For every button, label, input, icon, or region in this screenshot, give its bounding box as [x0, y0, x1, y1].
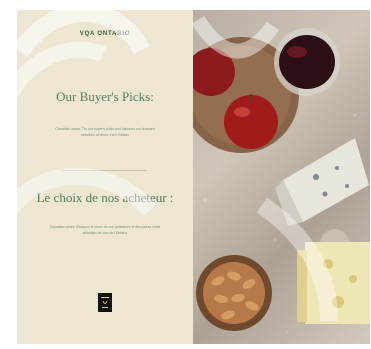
wine-cheese-photo: [193, 10, 370, 344]
divider: [61, 170, 147, 171]
english-title: Our Buyer's Picks:: [56, 89, 154, 104]
english-description: Canadian wines. Try our buyer's picks an…: [55, 127, 155, 137]
french-description: Canadian wines. Essayez le choix de nos …: [49, 225, 161, 235]
promo-card: VQA ONTARIO Our Buyer's Picks: Canadian …: [17, 10, 370, 344]
brand-name: VQA ONTARIO: [79, 31, 131, 37]
text-panel: VQA ONTARIO Our Buyer's Picks: Canadian …: [17, 10, 193, 344]
vqa-logo-icon: [98, 293, 112, 312]
french-title: Le choix de nos acheteur :: [36, 190, 174, 205]
